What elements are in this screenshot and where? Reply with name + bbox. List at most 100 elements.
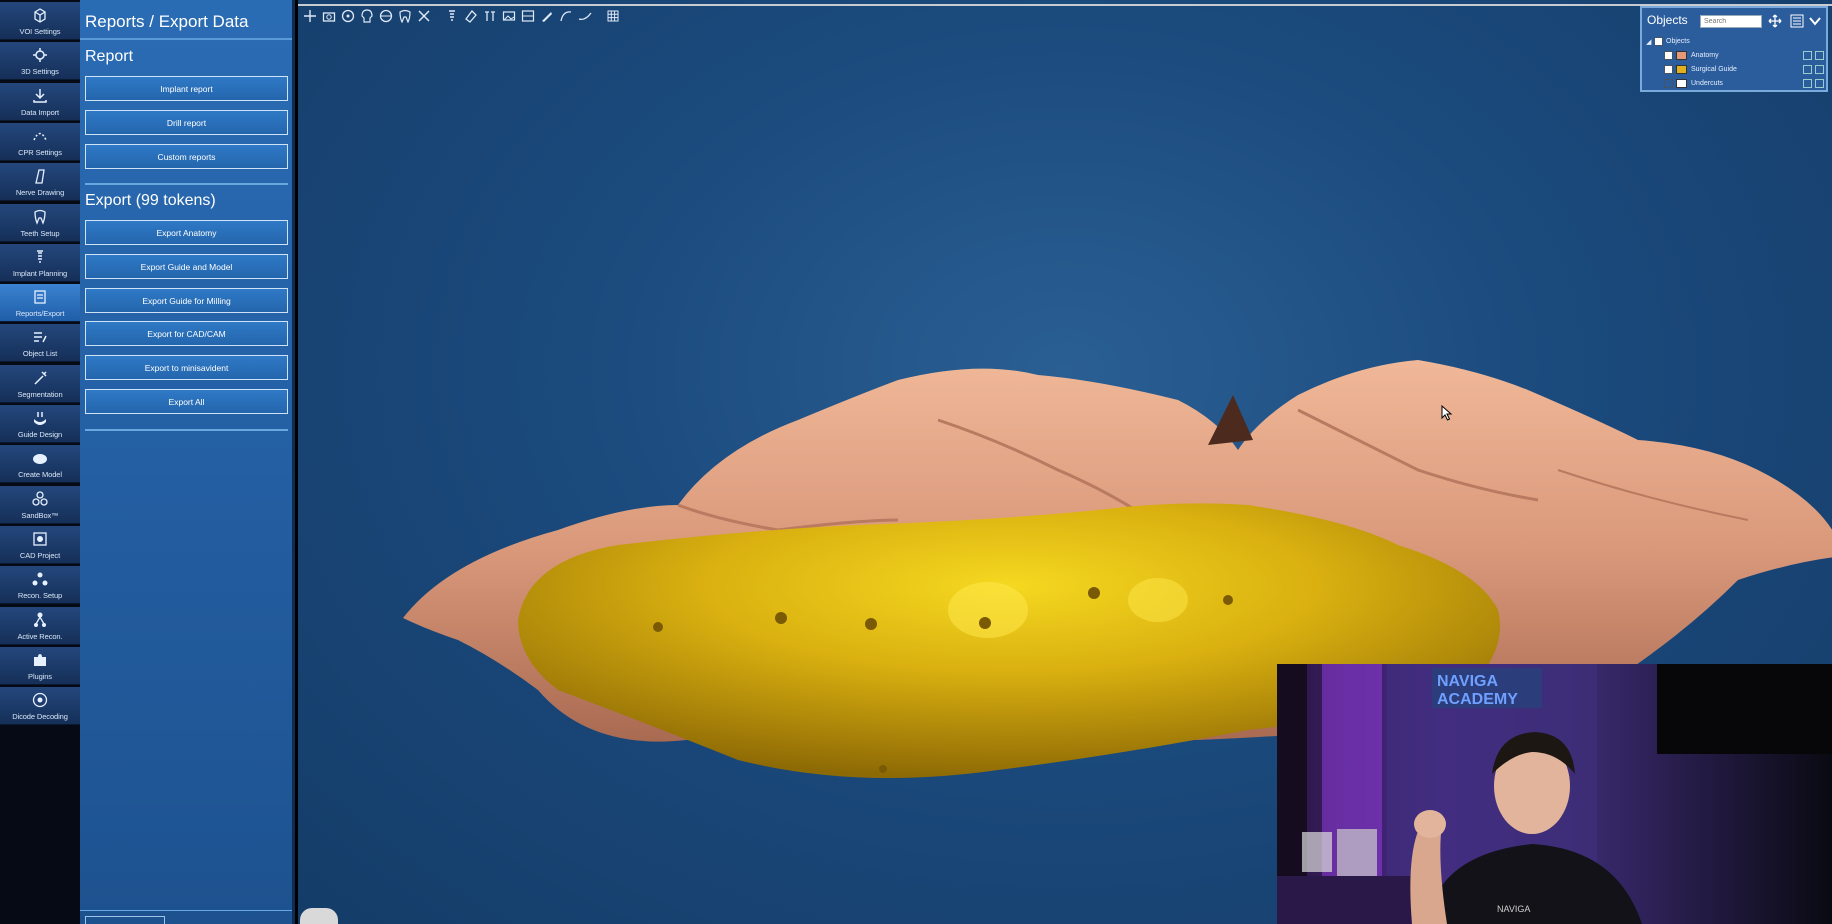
academy-sign-line-2: ACADEMY	[1437, 691, 1518, 708]
object-move-icon[interactable]	[1803, 51, 1812, 60]
objects-search-input[interactable]	[1700, 15, 1762, 28]
rail-item-sandbox[interactable]: SandBox™	[0, 485, 80, 524]
custom-reports-button[interactable]: Custom reports	[85, 144, 288, 169]
root-checkbox[interactable]	[1654, 37, 1663, 46]
rail-item-label: Object List	[22, 349, 58, 359]
panel-footer-tab[interactable]	[85, 916, 165, 924]
export-for-cad-cam-button[interactable]: Export for CAD/CAM	[85, 321, 288, 346]
object-row-anatomy[interactable]: Anatomy	[1646, 49, 1824, 62]
rail-item-reports-export[interactable]: Reports/Export	[0, 284, 80, 323]
rail-item-nerve-drawing[interactable]: Nerve Drawing	[0, 163, 80, 202]
move-icon[interactable]	[302, 8, 318, 24]
object-visibility-checkbox[interactable]	[1664, 65, 1673, 74]
objects-root-row[interactable]: ◢ Objects	[1646, 35, 1824, 48]
expand-triangle-icon[interactable]: ◢	[1646, 38, 1654, 46]
guide-icon	[34, 412, 46, 425]
viewport-toolbar	[302, 6, 621, 26]
object-settings-icon[interactable]	[1815, 51, 1824, 60]
object-color-swatch[interactable]	[1676, 51, 1687, 60]
rail-item-teeth-setup[interactable]: Teeth Setup	[0, 203, 80, 242]
section-divider	[85, 429, 288, 431]
object-color-swatch[interactable]	[1676, 65, 1687, 74]
object-move-icon[interactable]	[1803, 65, 1812, 74]
module-rail: VOI Settings 3D Settings Data Import CPR Se…	[0, 0, 80, 924]
rail-item-recon-setup[interactable]: Recon. Setup	[0, 566, 80, 605]
report-section-heading: Report	[85, 48, 134, 65]
object-visibility-checkbox[interactable]	[1664, 79, 1673, 88]
object-row-undercuts[interactable]: Undercuts	[1646, 77, 1824, 90]
rail-item-3d-settings[interactable]: 3D Settings	[0, 42, 80, 81]
rail-item-label: CPR Settings	[18, 147, 62, 157]
rail-item-label: Active Recon.	[17, 631, 63, 641]
list-icon[interactable]	[1790, 14, 1804, 28]
object-visibility-checkbox[interactable]	[1664, 51, 1673, 60]
rail-item-active-recon[interactable]: Active Recon.	[0, 606, 80, 645]
implant-report-button[interactable]: Implant report	[85, 76, 288, 101]
skull-icon[interactable]	[359, 8, 375, 24]
tooth-outline-icon[interactable]	[397, 8, 413, 24]
close-icon[interactable]	[416, 8, 432, 24]
webcam-overlay: NAVIGA ACADEMY NAVIGA	[1277, 664, 1832, 924]
grid-icon[interactable]	[605, 8, 621, 24]
avatar[interactable]	[300, 908, 338, 924]
section-divider	[85, 183, 288, 185]
rail-item-label: Reports/Export	[15, 309, 65, 319]
object-settings-icon[interactable]	[1815, 65, 1824, 74]
export-anatomy-button[interactable]: Export Anatomy	[85, 220, 288, 245]
rail-item-cad-project[interactable]: CAD Project	[0, 525, 80, 564]
rail-item-data-import[interactable]: Data Import	[0, 82, 80, 121]
object-name: Anatomy	[1691, 52, 1719, 59]
move-icon[interactable]	[1768, 14, 1782, 28]
wand-icon	[34, 371, 47, 385]
shirt-logo-text: NAVIGA	[1497, 904, 1530, 914]
export-to-minisavident-button[interactable]: Export to minisavident	[85, 355, 288, 380]
chevron-down-icon[interactable]	[1808, 14, 1822, 28]
rail-item-cpr-settings[interactable]: CPR Settings	[0, 122, 80, 161]
rail-item-label: Plugins	[28, 671, 52, 681]
rail-item-voi-settings[interactable]: VOI Settings	[0, 2, 80, 40]
reports-export-panel: Reports / Export Data Report Implant rep…	[80, 0, 295, 924]
rail-item-label: Data Import	[20, 107, 60, 117]
measure-icon[interactable]	[482, 8, 498, 24]
object-color-swatch[interactable]	[1676, 79, 1687, 88]
eraser-icon[interactable]	[463, 8, 479, 24]
export-all-button[interactable]: Export All	[85, 389, 288, 414]
tooth-icon	[34, 209, 46, 225]
object-move-icon[interactable]	[1803, 79, 1812, 88]
report-icon	[34, 290, 46, 304]
object-settings-icon[interactable]	[1815, 79, 1824, 88]
object-name: Undercuts	[1691, 80, 1723, 87]
rail-item-plugins[interactable]: Plugins	[0, 646, 80, 685]
knife-icon[interactable]	[539, 8, 555, 24]
rail-item-object-list[interactable]: Object List	[0, 324, 80, 363]
rail-item-guide-design[interactable]: Guide Design	[0, 405, 80, 443]
export-guide-for-milling-button[interactable]: Export Guide for Milling	[85, 288, 288, 313]
3d-settings-icon	[33, 48, 47, 63]
panel-title-divider	[80, 38, 292, 40]
rail-item-segmentation[interactable]: Segmentation	[0, 364, 80, 403]
rail-item-label: CAD Project	[19, 550, 61, 560]
model-icon	[33, 454, 47, 465]
drill-report-button[interactable]: Drill report	[85, 110, 288, 135]
object-row-surgical-guide[interactable]: Surgical Guide	[1646, 63, 1824, 76]
image-icon[interactable]	[520, 8, 536, 24]
cpr-curve-icon	[33, 132, 47, 141]
rail-item-create-model[interactable]: Create Model	[0, 445, 80, 484]
radiation-icon[interactable]	[340, 8, 356, 24]
camera-icon[interactable]	[321, 8, 337, 24]
active-recon-icon	[34, 612, 46, 627]
export-guide-and-model-button[interactable]: Export Guide and Model	[85, 254, 288, 279]
sphere-icon[interactable]	[378, 8, 394, 24]
implant-tool-icon[interactable]	[444, 8, 460, 24]
rail-item-label: 3D Settings	[21, 67, 59, 77]
rail-item-label: Segmentation	[17, 389, 63, 399]
rail-item-label: Teeth Setup	[20, 228, 60, 238]
line-icon[interactable]	[577, 8, 593, 24]
rail-item-implant-planning[interactable]: Implant Planning	[0, 243, 80, 282]
object-name: Surgical Guide	[1691, 66, 1737, 73]
rail-item-dicode-decoding[interactable]: Dicode Decoding	[0, 687, 80, 726]
curve-icon[interactable]	[558, 8, 574, 24]
list-edit-icon	[34, 332, 47, 343]
panorama-icon[interactable]	[501, 8, 517, 24]
academy-sign-line-1: NAVIGA	[1437, 673, 1498, 690]
